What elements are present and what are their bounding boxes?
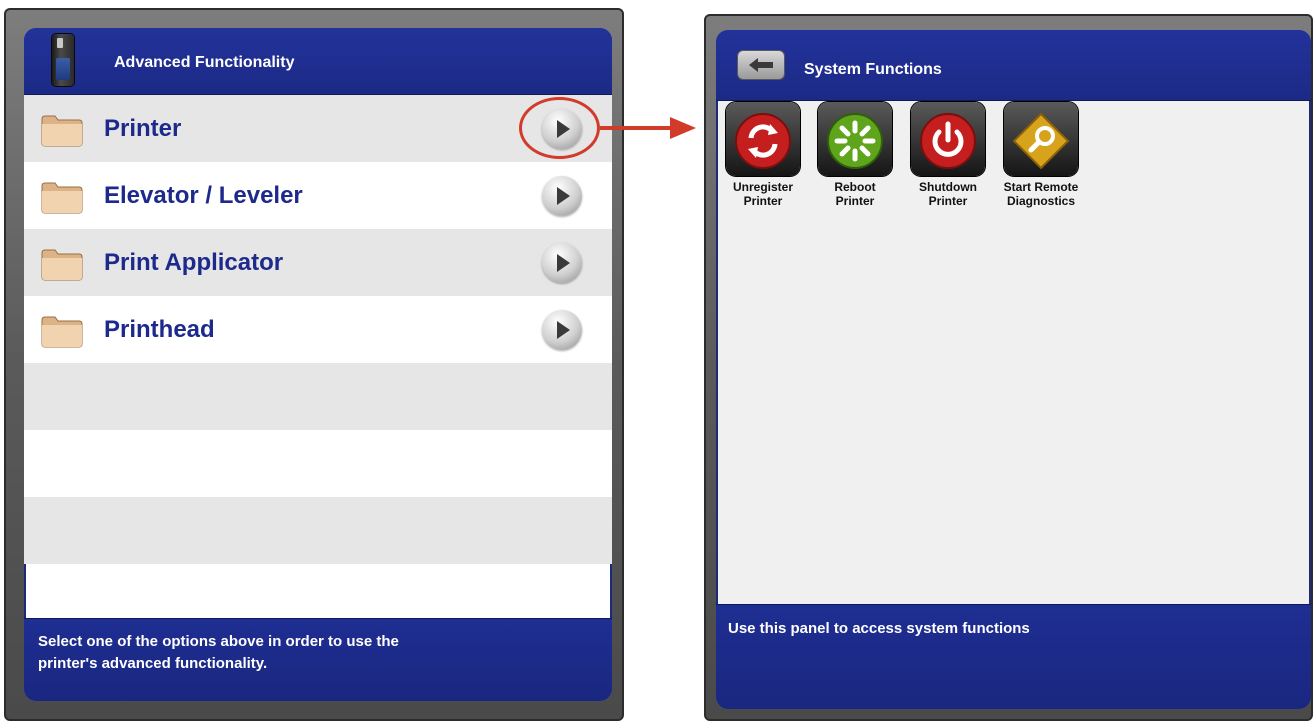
callout-highlight-circle	[519, 97, 600, 159]
footer-hint: Use this panel to access system function…	[728, 620, 1030, 637]
function-tile	[818, 102, 892, 176]
panel-title: System Functions	[804, 61, 942, 78]
folder-icon	[41, 182, 83, 214]
panel-title: Advanced Functionality	[114, 54, 295, 71]
panel-header: Advanced Functionality	[24, 28, 612, 95]
callout-arrow-head	[670, 117, 696, 139]
function-label: Reboot Printer	[834, 180, 876, 208]
callout-arrow-line	[600, 126, 672, 130]
menu-list: Printer Elevator / Leveler Print Applica…	[24, 95, 612, 564]
function-label: Start Remote Diagnostics	[1003, 180, 1079, 208]
menu-item-label: Elevator / Leveler	[104, 182, 303, 209]
menu-item-elevator-leveler[interactable]: Elevator / Leveler	[24, 162, 612, 229]
menu-item-label: Printhead	[104, 316, 215, 343]
open-printhead-button[interactable]	[542, 310, 582, 350]
start-remote-diagnostics-button[interactable]: Start Remote Diagnostics	[1002, 102, 1080, 222]
empty-row	[24, 430, 612, 497]
open-elevator-leveler-button[interactable]	[542, 176, 582, 216]
shutdown-printer-button[interactable]: Shutdown Printer	[909, 102, 987, 222]
function-tile	[1004, 102, 1078, 176]
back-arrow-icon	[749, 58, 773, 72]
search-icon	[1012, 112, 1070, 170]
back-button[interactable]	[738, 51, 784, 79]
unregister-icon	[735, 113, 791, 169]
menu-item-print-applicator[interactable]: Print Applicator	[24, 229, 612, 296]
reboot-icon	[827, 113, 883, 169]
function-tile	[911, 102, 985, 176]
footer-hint: Select one of the options above in order…	[38, 633, 399, 672]
panel-footer: Select one of the options above in order…	[24, 618, 612, 701]
empty-row	[24, 363, 612, 430]
panel-footer: Use this panel to access system function…	[716, 604, 1311, 709]
function-label: Unregister Printer	[732, 180, 794, 208]
printer-icon	[52, 34, 74, 86]
folder-icon	[41, 115, 83, 147]
reboot-printer-button[interactable]: Reboot Printer	[816, 102, 894, 222]
panel-header: System Functions	[716, 30, 1311, 101]
open-print-applicator-button[interactable]	[542, 243, 582, 283]
folder-icon	[41, 316, 83, 348]
power-icon	[920, 113, 976, 169]
empty-row	[24, 497, 612, 564]
menu-item-printhead[interactable]: Printhead	[24, 296, 612, 363]
system-functions-screen: System Functions Unregister Printer Rebo…	[704, 14, 1313, 721]
menu-item-label: Printer	[104, 115, 182, 142]
menu-item-label: Print Applicator	[104, 249, 284, 276]
unregister-printer-button[interactable]: Unregister Printer	[724, 102, 802, 222]
function-tile	[726, 102, 800, 176]
system-functions-panel: System Functions Unregister Printer Rebo…	[716, 30, 1311, 709]
folder-icon	[41, 249, 83, 281]
function-label: Shutdown Printer	[919, 180, 977, 208]
